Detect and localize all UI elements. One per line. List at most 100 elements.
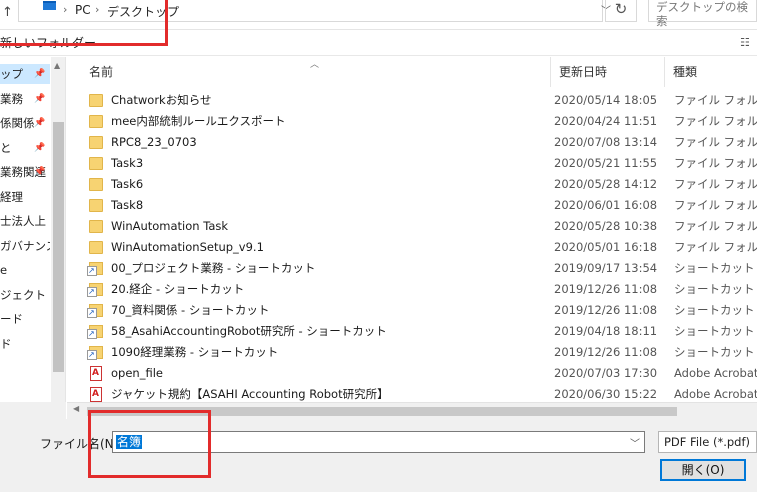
nav-item[interactable]: ガバナンス xyxy=(0,236,50,256)
folder-icon xyxy=(89,178,103,191)
file-name: RPC8_23_0703 xyxy=(111,135,197,149)
file-date: 2020/05/14 18:05 xyxy=(554,93,658,107)
file-type: ファイル フォルダー xyxy=(674,114,757,128)
nav-scrollbar-thumb[interactable] xyxy=(53,122,64,372)
file-type: ファイル フォルダー xyxy=(674,156,757,170)
file-date: 2020/05/01 16:18 xyxy=(554,240,658,254)
file-row[interactable]: 58_AsahiAccountingRobot研究所 - ショートカット 2019… xyxy=(81,321,757,342)
folder-icon xyxy=(89,115,103,128)
file-type: ショートカット xyxy=(674,303,755,317)
nav-item[interactable]: 士法人上 xyxy=(0,211,50,231)
file-row[interactable]: 20.経企 - ショートカット 2019/12/26 11:08 ショートカット xyxy=(81,279,757,300)
file-row[interactable]: WinAutomationSetup_v9.1 2020/05/01 16:18 フ… xyxy=(81,237,757,258)
file-date: 2020/04/24 11:51 xyxy=(554,114,658,128)
nav-item-label: ジェクト xyxy=(0,287,46,302)
folder-icon xyxy=(89,241,103,254)
scroll-up-icon[interactable]: ▲ xyxy=(54,61,60,70)
shortcut-icon xyxy=(87,262,103,276)
refresh-button[interactable]: ↻ xyxy=(605,0,637,22)
pin-icon[interactable]: 📌 xyxy=(34,113,48,133)
file-row[interactable]: Task8 2020/06/01 16:08 ファイル フォルダー xyxy=(81,195,757,216)
nav-item-label: ード xyxy=(0,312,23,326)
pin-icon[interactable]: 📌 xyxy=(34,64,48,84)
nav-horizontal-scrollbar[interactable] xyxy=(0,402,66,419)
nav-item[interactable]: 経理 xyxy=(0,187,50,207)
file-row[interactable]: Task6 2020/05/28 14:12 ファイル フォルダー xyxy=(81,174,757,195)
file-type: ファイル フォルダー xyxy=(674,198,757,212)
navigation-pane: ップ📌業務📌係関係📌と📌業務関連📌経理士法人上ガバナンスeジェクトードド ▲ xyxy=(0,57,66,402)
file-row[interactable]: RPC8_23_0703 2020/07/08 13:14 ファイル フォルダー xyxy=(81,132,757,153)
nav-item[interactable]: と 📌 xyxy=(0,138,50,158)
file-name: open_file xyxy=(111,366,163,380)
file-row[interactable]: WinAutomation Task 2020/05/28 10:38 ファイル フ… xyxy=(81,216,757,237)
nav-item[interactable]: ジェクト xyxy=(0,285,50,305)
folder-icon xyxy=(89,157,103,170)
shortcut-icon xyxy=(87,304,103,318)
file-type: ショートカット xyxy=(674,282,755,296)
file-name: mee内部統制ルールエクスポート xyxy=(111,114,286,128)
file-row[interactable]: 1090経理業務 - ショートカット 2019/12/26 11:08 ショートカッ… xyxy=(81,342,757,363)
file-row[interactable]: Task3 2020/05/21 11:55 ファイル フォルダー xyxy=(81,153,757,174)
nav-item[interactable]: 業務関連 📌 xyxy=(0,162,50,182)
highlight-box-filename xyxy=(88,410,211,478)
file-type: ファイル フォルダー xyxy=(674,240,757,254)
pdf-icon xyxy=(90,387,102,402)
file-date: 2020/07/03 17:30 xyxy=(554,366,658,380)
nav-item[interactable]: ド xyxy=(0,334,50,354)
nav-item[interactable]: ップ 📌 xyxy=(0,64,50,84)
file-date: 2019/12/26 11:08 xyxy=(554,303,658,317)
file-date: 2020/06/30 15:22 xyxy=(554,387,658,401)
nav-item-label: 業務 xyxy=(0,91,23,106)
nav-item-label: 士法人上 xyxy=(0,214,46,228)
file-type: Adobe Acrobat xyxy=(674,366,757,380)
file-name: Task8 xyxy=(111,198,144,212)
pin-icon[interactable]: 📌 xyxy=(34,162,48,182)
file-row[interactable]: mee内部統制ルールエクスポート 2020/04/24 11:51 ファイル フォル… xyxy=(81,111,757,132)
file-type: ショートカット xyxy=(674,324,755,338)
file-date: 2019/12/26 11:08 xyxy=(554,282,658,296)
nav-item[interactable]: 係関係 📌 xyxy=(0,113,50,133)
search-input[interactable]: デスクトップの検索 xyxy=(648,0,757,28)
highlight-box-address xyxy=(0,0,168,46)
file-name: 58_AsahiAccountingRobot研究所 - ショートカット xyxy=(111,324,387,338)
file-name: 1090経理業務 - ショートカット xyxy=(111,345,279,359)
file-name: 70_資料関係 - ショートカット xyxy=(111,303,270,317)
sort-ascending-icon: ︿ xyxy=(310,60,320,70)
pin-icon[interactable]: 📌 xyxy=(34,89,48,109)
file-name: 20.経企 - ショートカット xyxy=(111,282,245,296)
file-type: ファイル フォルダー xyxy=(674,219,757,233)
nav-item-label: ガバナンス xyxy=(0,238,50,253)
pin-icon[interactable]: 📌 xyxy=(34,138,48,158)
view-options-icon[interactable]: ☷ xyxy=(740,36,750,49)
file-type: ファイル フォルダー xyxy=(674,177,757,191)
file-type-select[interactable]: PDF File (*.pdf) xyxy=(658,431,757,453)
column-header-date[interactable]: 更新日時 xyxy=(551,57,665,87)
shortcut-icon xyxy=(87,346,103,360)
file-type: ファイル フォルダー xyxy=(674,93,757,107)
nav-item[interactable]: 業務 📌 xyxy=(0,89,50,109)
file-name: WinAutomationSetup_v9.1 xyxy=(111,240,264,254)
pdf-icon xyxy=(90,366,102,381)
nav-item-label: e xyxy=(0,263,8,277)
file-name: Chatworkお知らせ xyxy=(111,93,212,107)
file-list: 名前 ︿ 更新日時 種類 Chatworkお知らせ 2020/05/14 18:0… xyxy=(67,57,757,402)
file-date: 2019/04/18 18:11 xyxy=(554,324,658,338)
file-row[interactable]: Chatworkお知らせ 2020/05/14 18:05 ファイル フォルダー xyxy=(81,90,757,111)
scroll-left-icon[interactable]: ◀ xyxy=(73,404,79,413)
file-name: ジャケット規約【ASAHI Accounting Robot研究所】 xyxy=(111,387,389,401)
file-type: Adobe Acrobat xyxy=(674,387,757,401)
file-row[interactable]: ジャケット規約【ASAHI Accounting Robot研究所】 2020/0… xyxy=(81,384,757,402)
nav-item-label: 係関係 xyxy=(0,116,35,130)
column-header-type[interactable]: 種類 xyxy=(665,57,757,87)
file-name: Task3 xyxy=(111,156,144,170)
file-row[interactable]: 70_資料関係 - ショートカット 2019/12/26 11:08 ショートカット xyxy=(81,300,757,321)
nav-item[interactable]: e xyxy=(0,260,50,280)
file-name: WinAutomation Task xyxy=(111,219,229,233)
file-date: 2020/05/21 11:55 xyxy=(554,156,658,170)
nav-item[interactable]: ード xyxy=(0,309,50,329)
file-row[interactable]: open_file 2020/07/03 17:30 Adobe Acrobat xyxy=(81,363,757,384)
file-type: ショートカット xyxy=(674,261,755,275)
open-button[interactable]: 開く(O) xyxy=(660,459,746,481)
file-row[interactable]: 00_プロジェクト業務 - ショートカット 2019/09/17 13:54 ショー… xyxy=(81,258,757,279)
chevron-down-icon[interactable]: ﹀ xyxy=(630,435,640,450)
